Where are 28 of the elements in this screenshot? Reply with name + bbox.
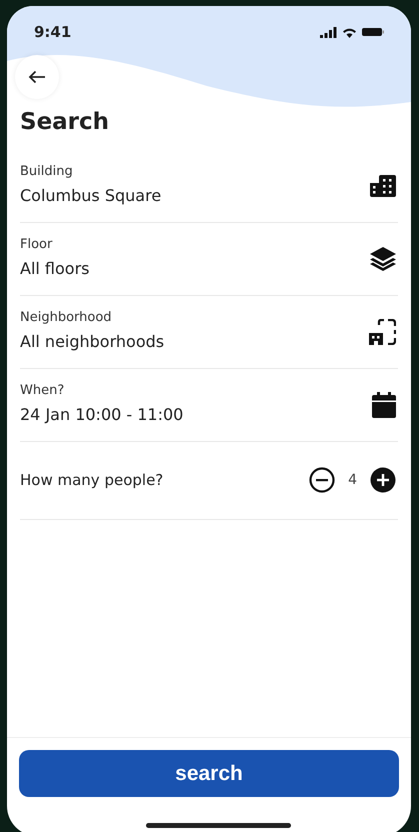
field-label: Floor <box>20 236 54 254</box>
field-value: All neighborhoods <box>20 330 164 352</box>
select-field[interactable]: When? 24 Jan 10:00 - 11:00 <box>20 380 398 428</box>
field-value: 24 Jan 10:00 - 11:00 <box>20 404 184 426</box>
back-arrow-icon <box>28 70 46 84</box>
signal-icon <box>320 26 337 38</box>
field-value: All floors <box>20 258 90 280</box>
battery-icon <box>362 27 384 37</box>
calendar-icon <box>372 392 396 418</box>
layers-icon <box>370 246 396 270</box>
select-field[interactable]: Floor All floors <box>20 234 398 282</box>
page-title: Search <box>20 108 110 137</box>
select-field[interactable]: Neighborhood All neighborhoods <box>20 308 398 356</box>
field-label: When? <box>20 382 66 400</box>
people-count: 4 <box>348 470 357 490</box>
minus-icon[interactable] <box>309 467 336 493</box>
wifi-icon <box>342 26 357 38</box>
field-label: How many people? <box>20 470 164 491</box>
field-value: Columbus Square <box>20 184 162 206</box>
building-selection-icon <box>369 318 396 344</box>
select-field[interactable]: Building Columbus Square <box>20 162 398 210</box>
plus-icon[interactable] <box>370 467 396 493</box>
field-label: Neighborhood <box>20 308 113 326</box>
status-time: 9:41 <box>34 22 72 43</box>
back-button[interactable] <box>15 55 59 99</box>
building-icon <box>370 174 396 196</box>
search-button[interactable]: search <box>19 750 399 797</box>
field-label: Building <box>20 162 74 180</box>
